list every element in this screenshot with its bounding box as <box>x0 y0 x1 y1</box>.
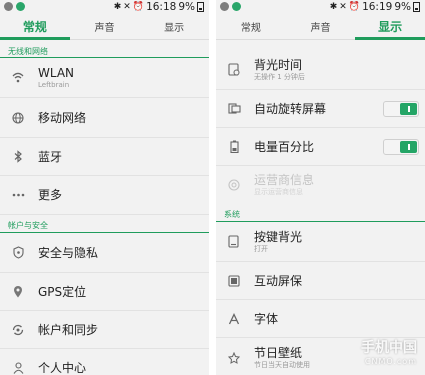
settings-tabs: 常规 声音 显示 <box>0 14 209 40</box>
mute-icon: ✕ <box>339 2 347 12</box>
list-item-personal-center[interactable]: 个人中心 <box>0 349 209 375</box>
screensaver-label: 互动屏保 <box>254 273 303 288</box>
backlight-time-value: 无操作 1 分钟后 <box>254 72 305 81</box>
holiday-wallpaper-label: 节日壁纸 <box>254 346 303 360</box>
status-bar: ✱ ✕ ⏰ 16:18 9% <box>0 0 209 14</box>
key-backlight-icon <box>222 235 246 248</box>
bluetooth-icon <box>6 150 30 163</box>
account-sync-label: 帐户和同步 <box>38 322 99 337</box>
tab-sound[interactable]: 声音 <box>70 14 140 39</box>
status-icons: ✱ ✕ ⏰ <box>114 2 144 12</box>
font-label: 字体 <box>254 311 279 326</box>
backlight-time-label: 背光时间 <box>254 57 303 72</box>
battery-percent: 9% <box>178 1 195 13</box>
list-item-bluetooth[interactable]: 蓝牙 <box>0 138 209 176</box>
section-header-system: 系统 <box>224 210 240 219</box>
alarm-icon: ⏰ <box>348 2 361 12</box>
security-privacy-label: 安全与隐私 <box>38 245 99 260</box>
settings-tabs: 常规 声音 显示 <box>216 14 425 40</box>
battery-icon <box>222 140 246 153</box>
carrier-info-icon <box>222 179 246 191</box>
list-item-security-privacy[interactable]: 安全与隐私 <box>0 233 209 273</box>
holiday-wallpaper-desc: 节日当天自动使用 <box>254 361 310 369</box>
watermark: 手机中国 CNMO.com <box>361 341 417 369</box>
tab-general[interactable]: 常规 <box>216 14 286 39</box>
list-item-screensaver[interactable]: 互动屏保 <box>216 262 425 300</box>
section-header-account-security: 帐户与安全 <box>8 221 48 230</box>
status-icons: ✱ ✕ ⏰ <box>330 2 360 12</box>
section-header-wireless: 无线和网络 <box>8 47 48 56</box>
battery-status-icon <box>413 2 420 12</box>
font-icon <box>222 312 246 325</box>
list-item-auto-rotate[interactable]: 自动旋转屏幕 <box>216 90 425 128</box>
notification-icon <box>4 2 13 11</box>
bluetooth-status-icon: ✱ <box>113 2 122 12</box>
auto-rotate-toggle[interactable] <box>383 100 419 117</box>
notification-icon <box>220 2 229 11</box>
list-item-backlight-time[interactable]: 背光时间 无操作 1 分钟后 <box>216 50 425 90</box>
list-item-mobile-network[interactable]: 移动网络 <box>0 98 209 138</box>
app-notification-icon <box>16 2 25 11</box>
bluetooth-status-icon: ✱ <box>329 2 338 12</box>
list-item-wlan[interactable]: WLAN Leftbrain <box>0 58 209 98</box>
status-bar: ✱ ✕ ⏰ 16:19 9% <box>216 0 425 14</box>
list-item-key-backlight[interactable]: 按键背光 打开 <box>216 222 425 262</box>
carrier-info-label: 运营商信息 <box>254 173 315 187</box>
more-label: 更多 <box>38 188 63 202</box>
gps-label: GPS定位 <box>38 284 87 299</box>
wlan-label: WLAN <box>38 65 75 80</box>
notification-icons <box>220 2 241 11</box>
list-item-battery-percent[interactable]: 电量百分比 <box>216 128 425 166</box>
watermark-url: CNMO.com <box>364 357 417 366</box>
tab-display[interactable]: 显示 <box>355 14 425 40</box>
toggle-knob <box>400 102 417 115</box>
list-item-account-sync[interactable]: 帐户和同步 <box>0 311 209 349</box>
wlan-network-name: Leftbrain <box>38 80 70 89</box>
battery-percent: 9% <box>394 1 411 13</box>
bluetooth-label: 蓝牙 <box>38 149 63 164</box>
tab-sound[interactable]: 声音 <box>286 14 356 39</box>
auto-rotate-label: 自动旋转屏幕 <box>254 101 327 116</box>
list-item-font[interactable]: 字体 <box>216 300 425 338</box>
watermark-text: 手机中国 <box>361 340 417 356</box>
battery-percent-label: 电量百分比 <box>254 139 315 154</box>
personal-center-label: 个人中心 <box>38 361 87 375</box>
list-item-carrier-info: 运营商信息 显示运营商信息 <box>216 166 425 204</box>
battery-status-icon <box>197 2 204 12</box>
more-dots-icon <box>6 193 30 197</box>
left-screenshot: ✱ ✕ ⏰ 16:18 9% 常规 声音 显示 无线和网络 WLAN Leftb… <box>0 0 209 375</box>
carrier-info-desc: 显示运营商信息 <box>254 188 303 196</box>
holiday-wallpaper-icon <box>222 352 246 364</box>
wifi-icon <box>6 72 30 83</box>
shield-icon <box>6 246 30 259</box>
globe-icon <box>6 111 30 124</box>
battery-percent-toggle[interactable] <box>383 138 419 155</box>
tab-display[interactable]: 显示 <box>139 14 209 39</box>
location-pin-icon <box>6 285 30 298</box>
person-icon <box>6 362 30 374</box>
alarm-icon: ⏰ <box>132 2 145 12</box>
notification-icons <box>4 2 25 11</box>
rotate-screen-icon <box>222 102 246 115</box>
status-time: 16:19 <box>362 1 393 13</box>
mobile-network-label: 移动网络 <box>38 110 87 125</box>
list-item-more[interactable]: 更多 <box>0 176 209 215</box>
key-backlight-label: 按键背光 <box>254 229 303 244</box>
right-screenshot: ✱ ✕ ⏰ 16:19 9% 常规 声音 显示 背光时间 无操作 1 分钟后 自… <box>216 0 425 375</box>
status-time: 16:18 <box>146 1 177 13</box>
app-notification-icon <box>232 2 241 11</box>
sync-icon <box>6 324 30 336</box>
list-item-gps[interactable]: GPS定位 <box>0 273 209 311</box>
tab-general[interactable]: 常规 <box>0 14 70 40</box>
screensaver-icon <box>222 274 246 287</box>
mute-icon: ✕ <box>123 2 131 12</box>
backlight-timer-icon <box>222 63 246 76</box>
key-backlight-value: 打开 <box>254 244 268 253</box>
toggle-knob <box>400 140 417 153</box>
